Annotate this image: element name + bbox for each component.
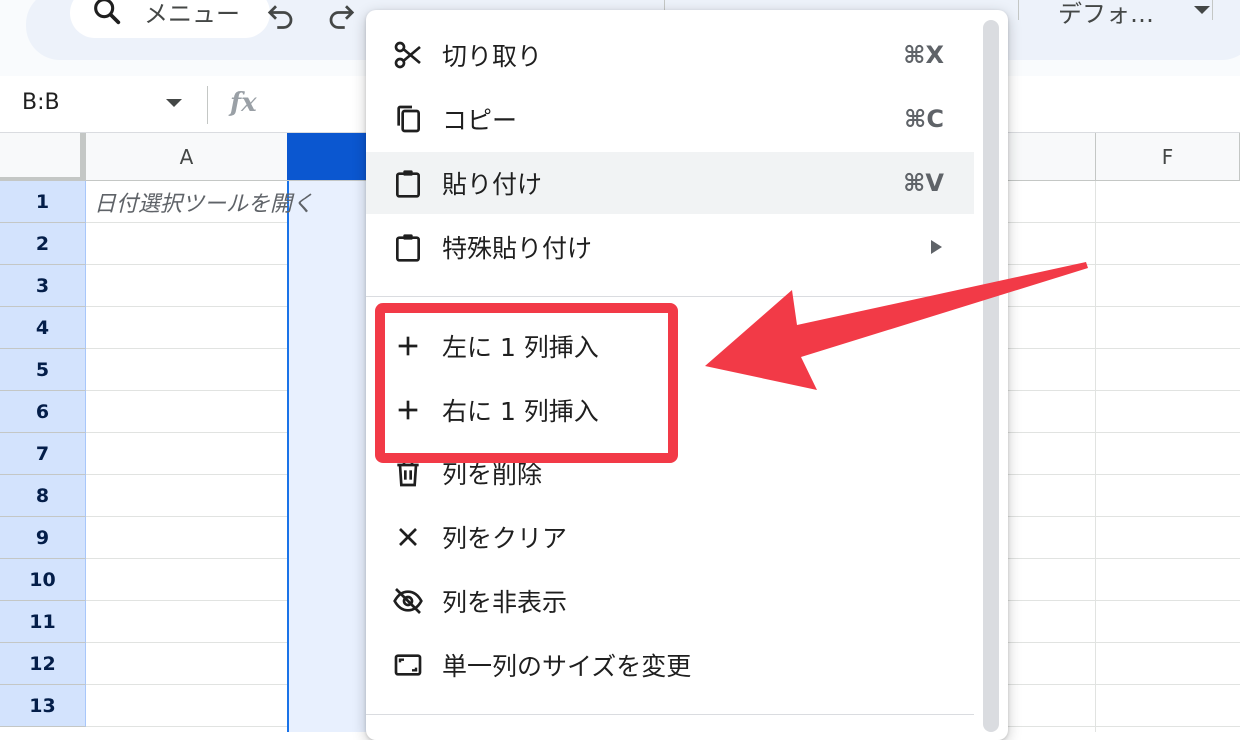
annotation-arrow-icon <box>705 262 1088 390</box>
